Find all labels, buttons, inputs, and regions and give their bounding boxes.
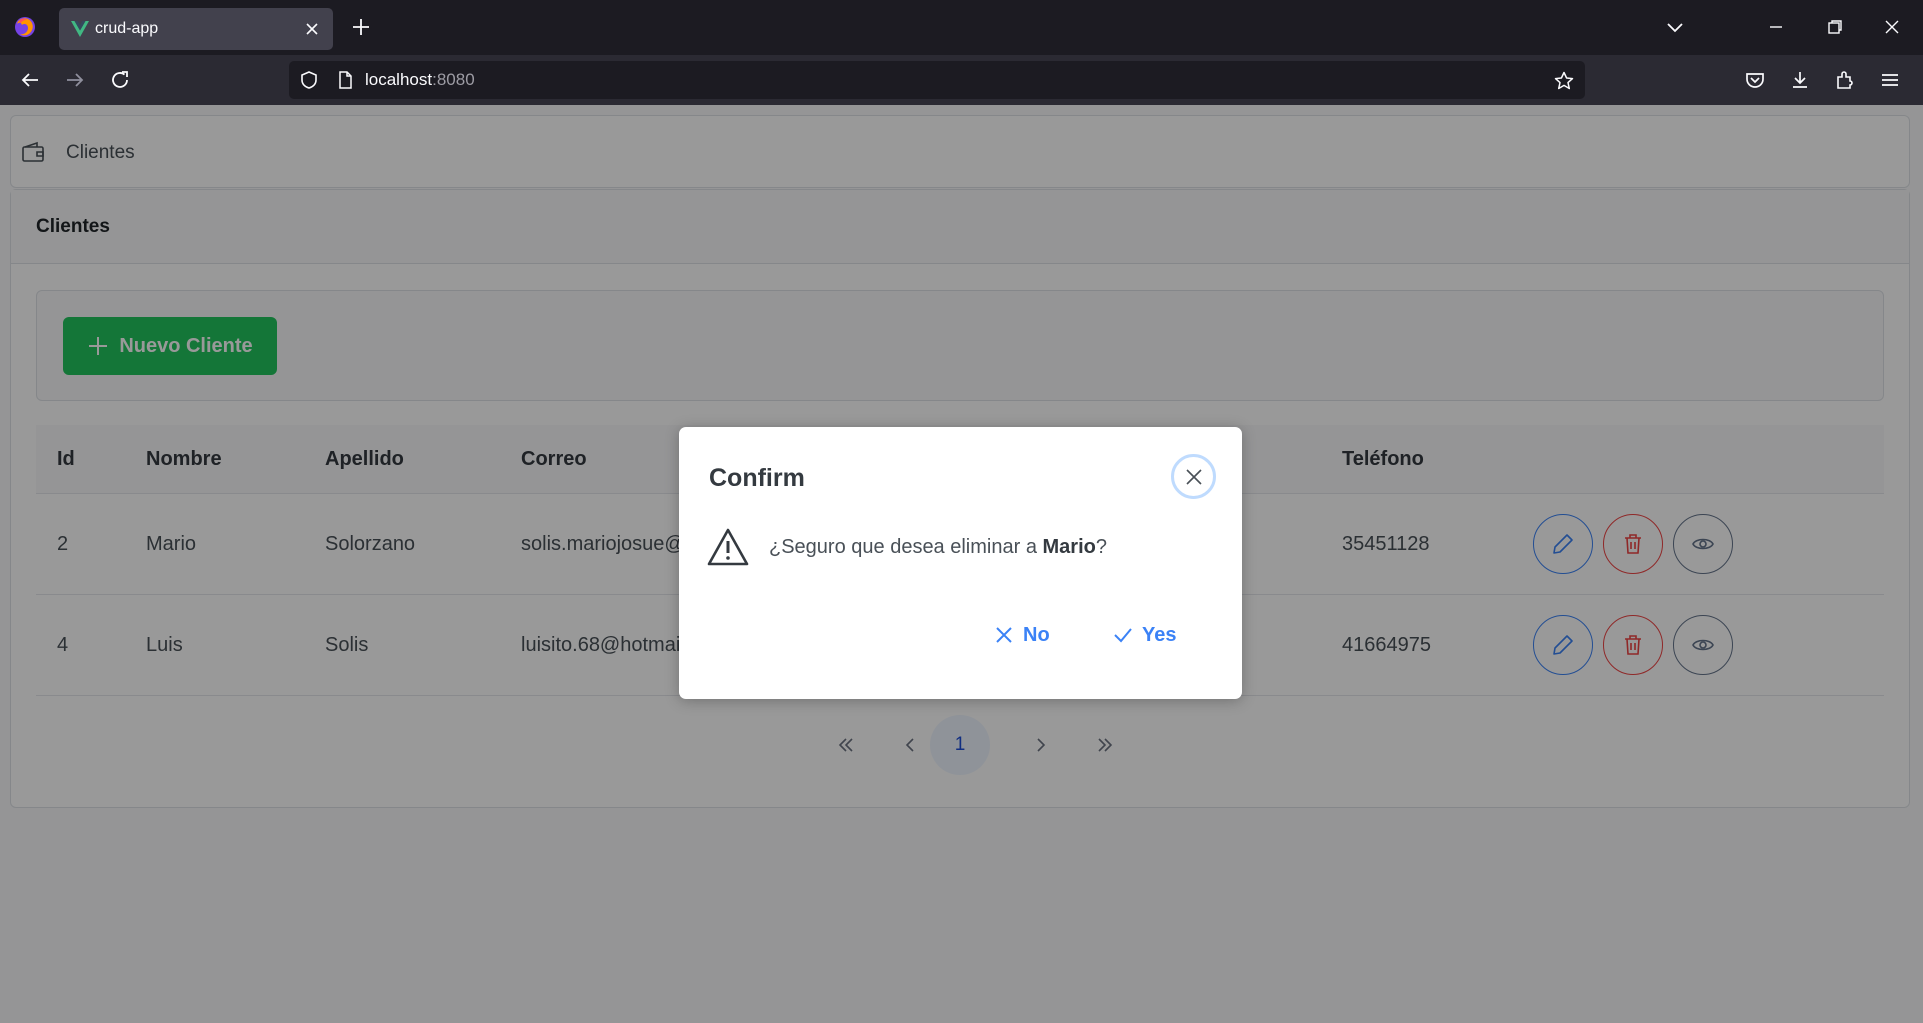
tracking-shield-icon[interactable]: [299, 70, 319, 90]
firefox-logo-icon[interactable]: [13, 15, 37, 39]
warning-triangle-icon: [707, 528, 749, 566]
dialog-message: ¿Seguro que desea eliminar a Mario?: [769, 531, 1107, 563]
yes-button[interactable]: Yes: [1113, 614, 1176, 656]
extensions-icon[interactable]: [1833, 68, 1857, 92]
forward-icon[interactable]: [63, 68, 87, 92]
vue-favicon-icon: [71, 21, 89, 37]
url-port: :8080: [432, 70, 475, 89]
back-icon[interactable]: [18, 68, 42, 92]
dialog-message-name: Mario: [1042, 536, 1096, 558]
yes-button-label: Yes: [1142, 623, 1177, 646]
tab-title: crud-app: [95, 20, 159, 37]
dialog-message-prefix: ¿Seguro que desea eliminar a: [769, 536, 1043, 558]
x-icon: [996, 627, 1012, 643]
browser-tab-bar: crud-app: [0, 0, 1923, 55]
url-host: localhost: [365, 70, 433, 89]
confirm-dialog: Confirm ¿Seguro que desea eliminar a Mar…: [679, 427, 1242, 699]
tab-close-icon[interactable]: [302, 19, 322, 39]
pocket-icon[interactable]: [1743, 68, 1767, 92]
url-bar[interactable]: localhost:8080: [289, 61, 1585, 99]
dialog-message-suffix: ?: [1095, 536, 1107, 558]
minimize-icon[interactable]: [1765, 16, 1787, 38]
new-tab-icon[interactable]: [350, 16, 372, 38]
no-button[interactable]: No: [994, 614, 1050, 656]
downloads-icon[interactable]: [1788, 68, 1812, 92]
check-icon: [1114, 628, 1132, 643]
reload-icon[interactable]: [108, 68, 132, 92]
page-info-icon[interactable]: [335, 70, 355, 90]
no-button-label: No: [1023, 623, 1050, 646]
url-text[interactable]: localhost:8080: [365, 61, 475, 99]
bookmark-star-icon[interactable]: [1553, 70, 1575, 92]
browser-tab[interactable]: crud-app: [59, 8, 333, 50]
restore-icon[interactable]: [1824, 16, 1846, 38]
dialog-close-button[interactable]: [1171, 454, 1216, 499]
menu-icon[interactable]: [1878, 68, 1902, 92]
close-icon: [1185, 468, 1202, 485]
close-window-icon[interactable]: [1881, 16, 1903, 38]
list-all-tabs-icon[interactable]: [1664, 16, 1686, 38]
browser-nav-bar: localhost:8080: [0, 55, 1923, 105]
dialog-title: Confirm: [709, 464, 805, 492]
